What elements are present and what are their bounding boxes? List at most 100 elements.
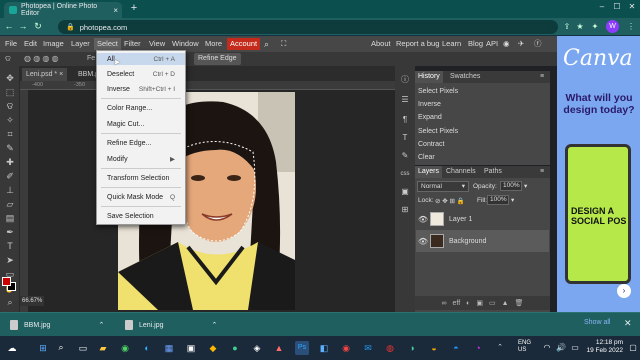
fill-field[interactable]: 100% xyxy=(487,195,509,205)
volume-icon[interactable]: 🔊 xyxy=(554,341,568,355)
lasso-tool-icon[interactable]: ଡ xyxy=(5,54,11,64)
properties-icon[interactable]: ☰ xyxy=(398,94,412,106)
search-icon[interactable]: ⌕ xyxy=(261,38,272,50)
task-view-icon[interactable]: ▭ xyxy=(76,341,90,355)
eye-icon[interactable]: 👁 xyxy=(416,237,430,246)
menu-item-quick-mask[interactable]: Quick Mask Mode Q xyxy=(97,191,185,203)
opacity-field[interactable]: 100% xyxy=(500,181,522,191)
history-entry-current[interactable]: Clear xyxy=(417,151,548,164)
gradient-tool-icon[interactable]: ▤ xyxy=(3,212,17,224)
menu-item-modify[interactable]: Modify ▶ xyxy=(97,153,185,165)
chevron-up-icon[interactable]: ⌃ xyxy=(98,321,104,329)
layer-mask-icon[interactable]: ▣ xyxy=(476,299,483,307)
menu-more[interactable]: More xyxy=(202,38,225,50)
healing-brush-icon[interactable]: ✚ xyxy=(3,156,17,168)
menu-select[interactable]: Select xyxy=(94,38,121,50)
info-icon[interactable]: ⓘ xyxy=(398,74,412,86)
tray-chevron-icon[interactable]: ⌃ xyxy=(493,341,507,355)
layer-row-selected[interactable]: 👁 Background xyxy=(416,230,549,252)
panel-menu-icon[interactable]: ≡ xyxy=(537,166,547,178)
download-item[interactable]: Leni.jpg ⌃ xyxy=(125,318,217,332)
maximize-icon[interactable]: ☐ xyxy=(610,2,624,11)
chevron-up-icon[interactable]: ⌃ xyxy=(212,321,218,329)
menu-view[interactable]: View xyxy=(146,38,168,50)
menu-item-magic-cut[interactable]: Magic Cut... xyxy=(97,118,185,130)
extensions-icon[interactable]: ✦ xyxy=(590,22,600,31)
foreground-color-swatch[interactable] xyxy=(2,277,11,286)
tab-swatches[interactable]: Swatches xyxy=(447,71,483,83)
marquee-tool-icon[interactable]: ⬚ xyxy=(3,86,17,98)
battery-icon[interactable]: ▭ xyxy=(568,341,582,355)
tab-channels[interactable]: Channels xyxy=(443,166,479,178)
twitter-icon[interactable]: ✈ xyxy=(515,38,527,50)
eye-icon[interactable]: 👁 xyxy=(416,215,430,224)
facebook-icon[interactable]: ⓕ xyxy=(531,38,545,50)
chevron-down-icon[interactable]: ▾ xyxy=(511,196,514,204)
app-icon[interactable]: ● xyxy=(228,341,242,355)
canva-ad[interactable]: Canva What will you design today? DESIGN… xyxy=(557,36,640,312)
menu-item-color-range[interactable]: Color Range... xyxy=(97,102,185,114)
close-doc-icon[interactable]: × xyxy=(59,71,63,78)
app-icon[interactable]: ◆ xyxy=(206,341,220,355)
character-icon[interactable]: T xyxy=(398,132,412,144)
share-icon[interactable]: ⇪ xyxy=(562,22,572,31)
image-panel-icon[interactable]: ▣ xyxy=(398,186,412,198)
doc-tab-leni[interactable]: Leni.psd * × xyxy=(22,68,68,81)
star-icon[interactable]: ★ xyxy=(575,22,585,31)
lock-options-icons[interactable]: ⊘ ✥ ⊞ 🔒 xyxy=(435,197,465,205)
notification-icon[interactable]: ▢ xyxy=(626,341,640,355)
tab-history[interactable]: History xyxy=(415,71,443,83)
blend-mode-select[interactable]: Normal ▾ xyxy=(417,181,469,192)
app-icon[interactable]: ◓ xyxy=(449,341,463,355)
tab-paths[interactable]: Paths xyxy=(481,166,505,178)
link-api[interactable]: API xyxy=(483,38,501,50)
account-button[interactable]: Account xyxy=(227,38,261,50)
system-clock[interactable]: 12:18 pm 19 Feb 2022 xyxy=(583,339,623,355)
menu-filter[interactable]: Filter xyxy=(121,38,144,50)
layer-effects-icon[interactable]: eff xyxy=(453,300,461,307)
new-tab-button[interactable]: + xyxy=(128,2,140,16)
weather-icon[interactable]: ☁ xyxy=(5,341,19,355)
close-tab-icon[interactable]: × xyxy=(113,6,118,15)
pen-tool-icon[interactable]: ✒ xyxy=(3,226,17,238)
menu-image[interactable]: Image xyxy=(40,38,67,50)
app-icon[interactable]: ◈ xyxy=(250,341,264,355)
stamp-tool-icon[interactable]: ⊥ xyxy=(3,184,17,196)
type-tool-icon[interactable]: T xyxy=(3,240,17,252)
menu-window[interactable]: Window xyxy=(169,38,202,50)
brush-panel-icon[interactable]: ✎ xyxy=(398,150,412,162)
reload-icon[interactable]: ↻ xyxy=(33,21,43,32)
refine-edge-button[interactable]: Refine Edge xyxy=(194,53,241,65)
chrome-icon[interactable]: ◉ xyxy=(118,341,132,355)
crop-tool-icon[interactable]: ⌗ xyxy=(3,128,17,140)
link-layers-icon[interactable]: ∞ xyxy=(442,300,447,307)
app-icon[interactable]: ◍ xyxy=(383,341,397,355)
eraser-tool-icon[interactable]: ▱ xyxy=(3,198,17,210)
history-entry[interactable]: Select Pixels xyxy=(417,85,548,98)
windows-start-icon[interactable]: ⊞ xyxy=(36,341,50,355)
menu-file[interactable]: File xyxy=(2,38,20,50)
menu-layer[interactable]: Layer xyxy=(68,38,93,50)
history-entry[interactable]: Expand xyxy=(417,111,548,124)
close-window-icon[interactable]: ✕ xyxy=(625,2,639,11)
photoshop-icon[interactable]: Ps xyxy=(295,341,309,355)
profile-avatar[interactable]: W xyxy=(606,20,619,33)
close-downloads-icon[interactable]: ✕ xyxy=(624,318,632,329)
layer-row[interactable]: 👁 Layer 1 xyxy=(416,208,549,230)
move-tool-icon[interactable]: ✥ xyxy=(3,72,17,84)
path-select-icon[interactable]: ➤ xyxy=(3,254,17,266)
file-explorer-icon[interactable]: ▰ xyxy=(96,341,110,355)
browser-menu-icon[interactable]: ⋮ xyxy=(626,22,636,31)
menu-item-inverse[interactable]: Inverse Shift+Ctrl + I xyxy=(97,83,185,95)
app-icon[interactable]: ◧ xyxy=(317,341,331,355)
back-arrow-icon[interactable]: ← xyxy=(4,21,14,31)
search-icon[interactable]: ⌕ xyxy=(55,340,67,354)
zoom-tool-icon[interactable]: ⌕ xyxy=(3,296,17,308)
language-indicator[interactable]: ENG US xyxy=(518,340,531,354)
link-learn[interactable]: Learn xyxy=(439,38,464,50)
app-icon[interactable]: ◉ xyxy=(339,341,353,355)
selection-mode-icons[interactable]: ◍ ◍ ◍ ◍ xyxy=(24,54,59,63)
menu-item-deselect[interactable]: Deselect Ctrl + D xyxy=(97,68,185,80)
paragraph-icon[interactable]: ¶ xyxy=(398,114,412,126)
fullscreen-icon[interactable]: ⛶ xyxy=(278,38,289,50)
